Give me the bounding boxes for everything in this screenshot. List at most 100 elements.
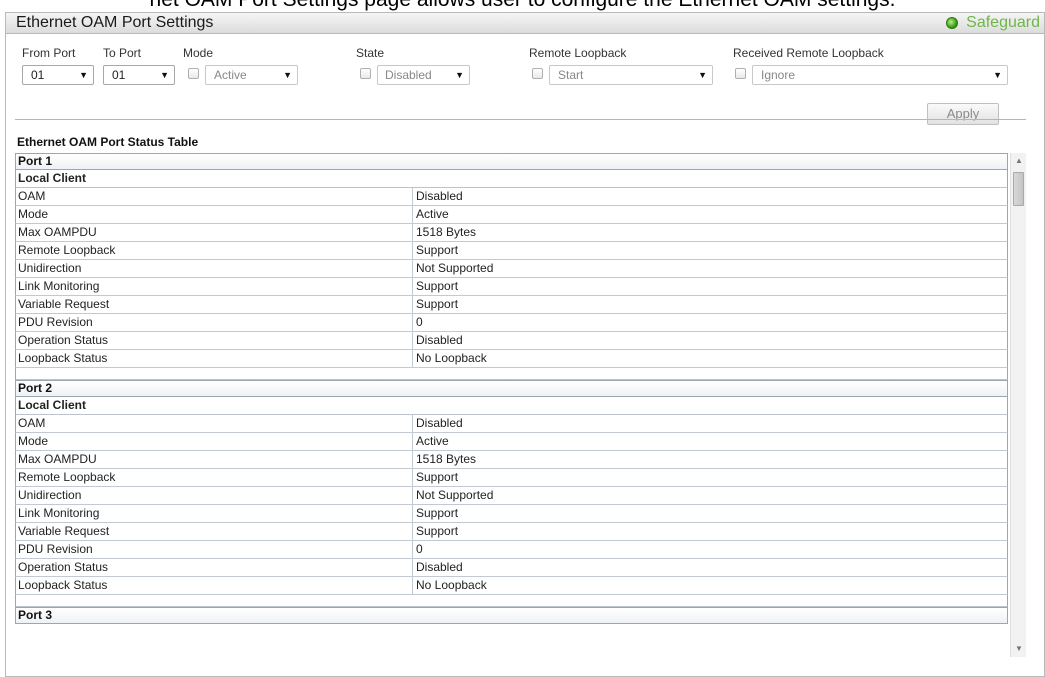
- to-port-label: To Port: [103, 46, 142, 60]
- port-block: Port 3: [15, 607, 1008, 624]
- table-row: Unidirection Not Supported: [15, 487, 1008, 505]
- row-value: No Loopback: [416, 578, 487, 592]
- from-port-select[interactable]: 01 ▼: [22, 65, 94, 85]
- row-label: PDU Revision: [16, 541, 413, 558]
- table-row: Variable Request Support: [15, 523, 1008, 541]
- table-row: PDU Revision 0: [15, 541, 1008, 559]
- table-row: OAM Disabled: [15, 415, 1008, 433]
- row-value: Disabled: [416, 560, 463, 574]
- apply-button[interactable]: Apply: [927, 103, 999, 125]
- table-row: Link Monitoring Support: [15, 505, 1008, 523]
- row-label: Mode: [16, 433, 413, 450]
- block-spacer: [15, 368, 1008, 380]
- received-remote-loopback-checkbox[interactable]: [735, 68, 746, 79]
- block-spacer: [15, 595, 1008, 607]
- scroll-down-icon[interactable]: ▼: [1011, 641, 1027, 657]
- table-row: Max OAMPDU 1518 Bytes: [15, 451, 1008, 469]
- row-label: OAM: [16, 188, 413, 205]
- row-value: 0: [416, 542, 423, 556]
- row-value: Disabled: [416, 333, 463, 347]
- page-title: Ethernet OAM Port Settings: [16, 14, 214, 31]
- port-header: Port 1: [15, 153, 1008, 170]
- row-value: Support: [416, 524, 459, 538]
- table-row: Link Monitoring Support: [15, 278, 1008, 296]
- state-value: Disabled: [385, 68, 432, 82]
- port-header: Port 2: [15, 380, 1008, 397]
- port-status-table[interactable]: Port 1 Local Client OAM Disabled Mode Acti…: [15, 153, 1008, 657]
- chevron-down-icon: ▼: [698, 70, 707, 80]
- safeguard-indicator[interactable]: Safeguard: [946, 14, 1040, 32]
- row-value: Not Supported: [416, 261, 494, 275]
- received-remote-loopback-select[interactable]: Ignore ▼: [752, 65, 1008, 85]
- table-row: Loopback Status No Loopback: [15, 350, 1008, 368]
- table-row: Remote Loopback Support: [15, 242, 1008, 260]
- received-remote-loopback-value: Ignore: [761, 68, 796, 82]
- row-label: PDU Revision: [16, 314, 413, 331]
- remote-loopback-value: Start: [558, 68, 584, 82]
- table-row: Mode Active: [15, 206, 1008, 224]
- section-divider: [15, 119, 1026, 120]
- row-label: Unidirection: [16, 260, 413, 277]
- port-header: Port 3: [15, 607, 1008, 624]
- remote-loopback-checkbox[interactable]: [532, 68, 543, 79]
- state-select[interactable]: Disabled ▼: [377, 65, 470, 85]
- row-label: OAM: [16, 415, 413, 432]
- row-label: Mode: [16, 206, 413, 223]
- panel-header: Ethernet OAM Port Settings Safeguard: [6, 13, 1044, 34]
- table-row: Max OAMPDU 1518 Bytes: [15, 224, 1008, 242]
- state-checkbox[interactable]: [360, 68, 371, 79]
- row-label: Unidirection: [16, 487, 413, 504]
- row-label: Loopback Status: [16, 350, 413, 367]
- row-value: Active: [416, 207, 449, 221]
- scrollbar-thumb[interactable]: [1013, 172, 1024, 206]
- row-value: 0: [416, 315, 423, 329]
- remote-loopback-label: Remote Loopback: [529, 46, 627, 60]
- row-value: No Loopback: [416, 351, 487, 365]
- row-value: Support: [416, 470, 459, 484]
- table-row: Unidirection Not Supported: [15, 260, 1008, 278]
- row-value: Support: [416, 506, 459, 520]
- remote-loopback-select[interactable]: Start ▼: [549, 65, 713, 85]
- chevron-down-icon: ▼: [79, 70, 88, 80]
- chevron-down-icon: ▼: [455, 70, 464, 80]
- row-label: Loopback Status: [16, 577, 413, 594]
- row-label: Operation Status: [16, 559, 413, 576]
- section-header: Local Client: [15, 397, 1008, 415]
- table-row: Loopback Status No Loopback: [15, 577, 1008, 595]
- row-value: 1518 Bytes: [416, 452, 477, 466]
- table-row: Mode Active: [15, 433, 1008, 451]
- scroll-up-icon[interactable]: ▲: [1011, 153, 1027, 169]
- chevron-down-icon: ▼: [993, 70, 1002, 80]
- row-label: Max OAMPDU: [16, 224, 413, 241]
- row-value: Not Supported: [416, 488, 494, 502]
- row-label: Link Monitoring: [16, 505, 413, 522]
- from-port-label: From Port: [22, 46, 76, 60]
- row-value: Support: [416, 279, 459, 293]
- to-port-select[interactable]: 01 ▼: [103, 65, 175, 85]
- row-label: Operation Status: [16, 332, 413, 349]
- row-value: Disabled: [416, 416, 463, 430]
- row-label: Link Monitoring: [16, 278, 413, 295]
- mode-label: Mode: [183, 46, 214, 60]
- table-row: OAM Disabled: [15, 188, 1008, 206]
- row-value: Support: [416, 297, 459, 311]
- received-remote-loopback-label: Received Remote Loopback: [733, 46, 884, 60]
- row-label: Variable Request: [16, 523, 413, 540]
- table-scrollbar[interactable]: ▲ ▼: [1010, 153, 1026, 657]
- row-value: Disabled: [416, 189, 463, 203]
- mode-select[interactable]: Active ▼: [205, 65, 298, 85]
- row-label: Remote Loopback: [16, 242, 413, 259]
- page-caption: net OAM Port Settings page allows user t…: [0, 0, 1045, 12]
- row-label: Remote Loopback: [16, 469, 413, 486]
- row-value: Support: [416, 243, 459, 257]
- from-port-value: 01: [31, 68, 45, 82]
- section-header: Local Client: [15, 170, 1008, 188]
- safeguard-label: Safeguard: [966, 14, 1040, 31]
- row-label: Max OAMPDU: [16, 451, 413, 468]
- chevron-down-icon: ▼: [283, 70, 292, 80]
- mode-value: Active: [214, 68, 247, 82]
- port-block: Port 1 Local Client OAM Disabled Mode Acti…: [15, 153, 1008, 380]
- mode-checkbox[interactable]: [188, 68, 199, 79]
- to-port-value: 01: [112, 68, 126, 82]
- table-row: Operation Status Disabled: [15, 332, 1008, 350]
